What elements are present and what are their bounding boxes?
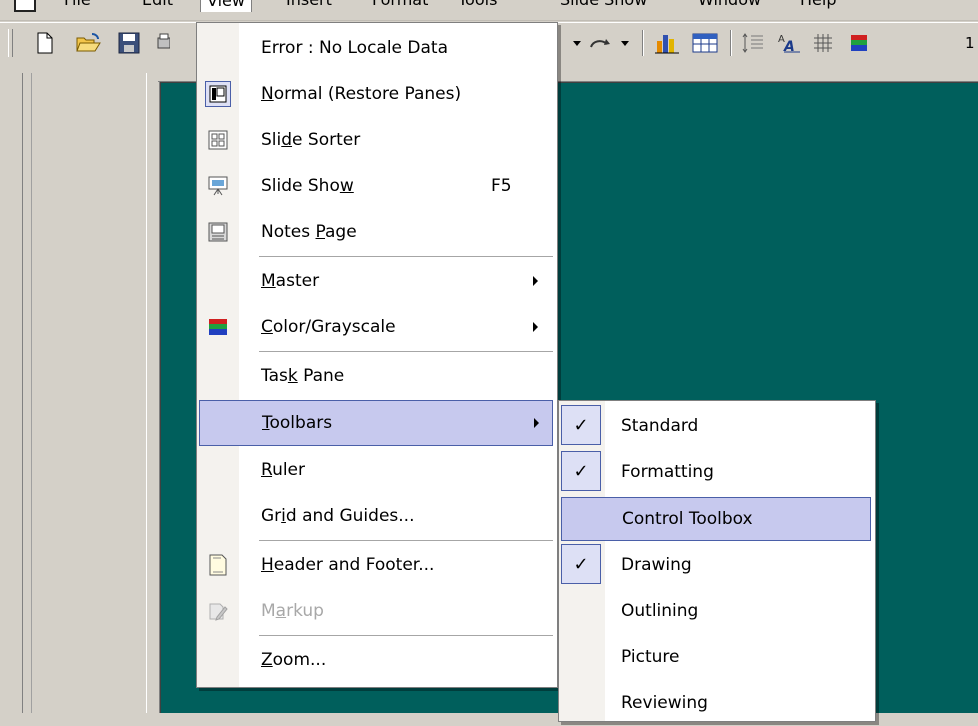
toolbar-option-control-toolbox[interactable]: Control Toolbox	[561, 497, 871, 541]
menu-item-grid-guides[interactable]: Grid and Guides...	[197, 493, 557, 539]
menu-item-slide-sorter[interactable]: Slide Sorter	[197, 117, 557, 163]
insert-table-icon[interactable]	[692, 30, 718, 56]
submenu-arrow-icon	[534, 418, 539, 428]
markup-icon	[207, 600, 229, 622]
submenu-item-label: Control Toolbox	[622, 509, 753, 529]
checkmark-icon: ✓	[561, 544, 601, 584]
menu-item-normal[interactable]: Normal (Restore Panes)	[197, 71, 557, 117]
menu-help[interactable]: Help	[800, 0, 836, 11]
toolbar-separator	[730, 30, 732, 56]
toolbar-option-outlining[interactable]: Outlining	[559, 588, 875, 634]
menu-separator	[259, 351, 553, 352]
app-document-icon[interactable]	[14, 0, 36, 12]
menu-item-notes-page[interactable]: Notes Page	[197, 209, 557, 255]
menu-item-header-footer[interactable]: Header and Footer...	[197, 542, 557, 588]
menu-item-label: Slide Show	[261, 176, 354, 196]
menubar: File Edit View Insert Format Tools Slide…	[0, 0, 978, 21]
menu-item-label: Notes Page	[261, 222, 357, 242]
menu-item-label: Task Pane	[261, 366, 345, 386]
menu-item-ruler[interactable]: Ruler	[197, 447, 557, 493]
toolbars-submenu: ✓ Standard ✓ Formatting Control Toolbox …	[558, 400, 876, 722]
slide-sorter-icon	[207, 129, 229, 151]
show-grid-icon[interactable]	[810, 30, 836, 56]
menu-format[interactable]: Format	[372, 0, 428, 11]
menu-item-label: Header and Footer...	[261, 555, 435, 575]
toolbar-option-formatting[interactable]: ✓ Formatting	[559, 449, 875, 495]
submenu-item-label: Picture	[621, 647, 680, 667]
menu-edit[interactable]: Edit	[142, 0, 173, 11]
menu-item-label: Toolbars	[262, 413, 333, 433]
show-formatting-icon[interactable]: AA	[776, 30, 802, 56]
notes-page-icon	[207, 221, 229, 243]
menu-slide-show[interactable]: Slide Show	[560, 0, 647, 11]
menu-item-label: Master	[261, 271, 320, 291]
outline-pane[interactable]	[22, 73, 148, 713]
expand-all-icon[interactable]	[740, 30, 766, 56]
submenu-item-label: Drawing	[621, 555, 692, 575]
submenu-arrow-icon	[533, 276, 538, 286]
print-icon[interactable]	[150, 30, 176, 56]
normal-view-icon	[205, 81, 231, 107]
submenu-item-label: Reviewing	[621, 693, 708, 713]
redo-dropdown-arrow-icon[interactable]	[612, 30, 638, 56]
toolbar-option-standard[interactable]: ✓ Standard	[559, 403, 875, 449]
pane-splitter[interactable]	[146, 73, 160, 713]
toolbar-option-picture[interactable]: Picture	[559, 634, 875, 680]
outline-pane-edge	[23, 73, 32, 713]
menu-item-slide-show[interactable]: Slide Show F5	[197, 163, 557, 209]
new-document-icon[interactable]	[32, 30, 58, 56]
menu-item-label: Grid and Guides...	[261, 506, 415, 526]
slide-show-icon	[207, 175, 229, 197]
color-grayscale-icon	[207, 316, 229, 338]
menu-item-label: Ruler	[261, 460, 306, 480]
menu-item-label: Zoom...	[261, 650, 327, 670]
submenu-item-label: Standard	[621, 416, 699, 436]
toolbar-separator	[642, 30, 644, 56]
submenu-arrow-icon	[533, 322, 538, 332]
open-folder-icon[interactable]	[76, 30, 102, 56]
submenu-item-label: Outlining	[621, 601, 699, 621]
zoom-box[interactable]: 1	[965, 34, 975, 52]
menu-item-markup: Markup	[197, 588, 557, 634]
menu-item-label: Normal (Restore Panes)	[261, 84, 462, 104]
menu-item-label: Slide Sorter	[261, 130, 361, 150]
menu-item-zoom[interactable]: Zoom...	[197, 637, 557, 683]
checkmark-icon: ✓	[561, 451, 601, 491]
menu-item-label: Color/Grayscale	[261, 317, 396, 337]
menu-item-label: Markup	[261, 601, 324, 621]
menu-separator	[259, 256, 553, 257]
menu-separator	[259, 635, 553, 636]
toolbar-option-drawing[interactable]: ✓ Drawing	[559, 542, 875, 588]
menu-insert[interactable]: Insert	[286, 0, 332, 11]
toolbar-grip[interactable]	[8, 29, 13, 57]
checkmark-icon: ✓	[561, 405, 601, 445]
redo-icon[interactable]	[588, 30, 614, 56]
toolbar-option-reviewing[interactable]: Reviewing	[559, 680, 875, 726]
undo-dropdown-arrow-icon[interactable]	[564, 30, 590, 56]
menu-item-task-pane[interactable]: Task Pane	[197, 353, 557, 399]
submenu-item-label: Formatting	[621, 462, 714, 482]
menu-view[interactable]: View	[200, 0, 252, 12]
menu-file[interactable]: File	[64, 0, 91, 11]
view-menu-dropdown: Error : No Locale Data Normal (Restore P…	[196, 22, 558, 688]
menu-window[interactable]: Window	[698, 0, 761, 11]
color-grayscale-toolbar-icon[interactable]	[846, 30, 872, 56]
menu-item-toolbars[interactable]: Toolbars	[199, 400, 553, 446]
header-footer-icon	[207, 554, 229, 576]
menu-item-shortcut: F5	[491, 176, 512, 196]
menu-item-master[interactable]: Master	[197, 258, 557, 304]
menu-item-error-locale[interactable]: Error : No Locale Data	[197, 25, 557, 71]
menu-item-label: Error : No Locale Data	[261, 38, 449, 58]
save-disk-icon[interactable]	[116, 30, 142, 56]
insert-chart-icon[interactable]	[654, 30, 680, 56]
menu-item-color-grayscale[interactable]: Color/Grayscale	[197, 304, 557, 350]
menu-separator	[259, 540, 553, 541]
menu-tools[interactable]: Tools	[458, 0, 497, 11]
